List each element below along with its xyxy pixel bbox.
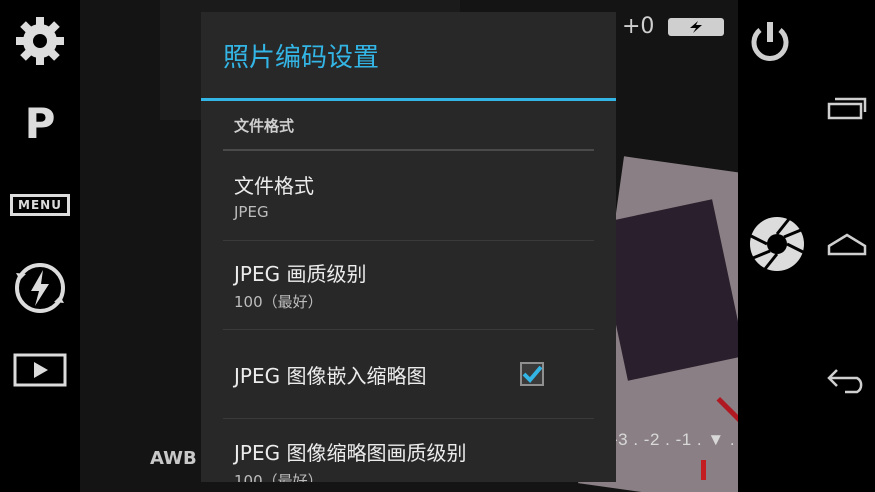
home-icon[interactable] [818,232,875,258]
dialog-title: 照片编码设置 [201,12,616,101]
back-icon[interactable] [818,366,875,394]
pref-title: 文件格式 [234,174,314,198]
pref-file-format[interactable]: 文件格式 JPEG [223,151,594,241]
pref-jpeg-quality[interactable]: JPEG 画质级别 100（最好） [223,241,594,330]
photo-encoding-dialog: 照片编码设置 文件格式 文件格式 JPEG JPEG 画质级别 100（最好） … [201,12,616,482]
checkmark-icon [522,365,542,383]
settings-gear-icon[interactable] [0,14,80,68]
shutter-aperture-icon[interactable] [749,216,805,276]
system-nav-bar [818,0,875,492]
pref-summary: 100（最好） [234,293,323,311]
ev-indicator: +0 [622,14,655,39]
mode-label: P [24,98,56,148]
pref-summary: 100（最好） [234,472,323,482]
top-status: +0 [622,14,725,39]
embed-thumbnail-checkbox[interactable] [520,362,544,386]
mode-button[interactable]: P [0,96,80,150]
category-header: 文件格式 [223,101,594,151]
right-controls [738,0,818,492]
playback-icon[interactable] [0,350,80,390]
left-toolbar: P MENU [0,0,80,492]
exposure-marker [701,460,706,480]
pref-title: JPEG 画质级别 [234,262,367,286]
menu-button[interactable]: MENU [0,192,80,218]
flash-mode-icon[interactable] [668,17,725,36]
awb-label[interactable]: AWB [150,448,197,469]
flash-auto-icon[interactable] [0,258,80,318]
pref-thumbnail-quality[interactable]: JPEG 图像缩略图画质级别 100（最好） [223,419,594,482]
pref-summary: JPEG [234,203,269,221]
menu-icon: MENU [10,194,70,216]
pref-embed-thumbnail[interactable]: JPEG 图像嵌入缩略图 [223,330,594,419]
pref-title: JPEG 图像缩略图画质级别 [234,441,467,465]
power-icon[interactable] [746,18,794,70]
recent-apps-icon[interactable] [818,96,875,120]
